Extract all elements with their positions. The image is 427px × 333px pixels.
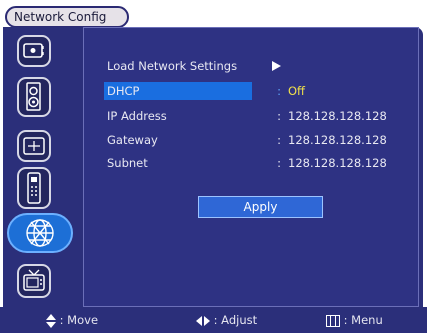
load-network-settings-label: Load Network Settings [107,59,238,73]
position-icon[interactable] [17,130,51,162]
display-icon[interactable] [17,35,51,67]
settings-content: Load Network Settings DHCP : Off IP Addr… [83,27,419,307]
osd-panel: Load Network Settings DHCP : Off IP Addr… [3,27,423,307]
audio-icon[interactable] [17,77,51,117]
adjust-hint: : Adjust [196,312,257,328]
osd-screen: Network Config Load Network Settings DHC… [0,0,427,333]
footer-hint-bar: : Move : Adjust : Menu [0,307,427,333]
up-down-arrows-icon [46,313,56,328]
ip-address-colon: : [277,109,281,123]
apply-button[interactable]: Apply [198,196,323,218]
gateway-colon: : [277,133,281,147]
gateway-value[interactable]: 128.128.128.128 [288,131,418,149]
play-arrow-icon [272,61,281,71]
tv-icon[interactable] [17,264,51,298]
network-icon[interactable] [7,213,73,253]
move-hint: : Move [46,312,98,328]
dhcp-colon: : [277,84,281,98]
dhcp-value[interactable]: Off [288,82,418,100]
subnet-value[interactable]: 128.128.128.128 [288,154,418,172]
subnet-colon: : [277,156,281,170]
sidebar [3,27,80,307]
menu-key-icon [326,314,340,327]
menu-hint: : Menu [326,312,383,328]
menu-hint-label: : Menu [343,313,383,327]
gateway-label: Gateway [107,133,158,147]
adjust-hint-label: : Adjust [213,313,258,327]
ip-address-value[interactable]: 128.128.128.128 [288,107,418,125]
page-title: Network Config [5,6,129,28]
ip-address-label: IP Address [107,109,167,123]
left-right-arrows-icon [196,315,210,326]
move-hint-label: : Move [59,313,99,327]
remote-icon[interactable] [17,167,51,209]
subnet-label: Subnet [107,156,148,170]
dhcp-label: DHCP [104,82,252,100]
